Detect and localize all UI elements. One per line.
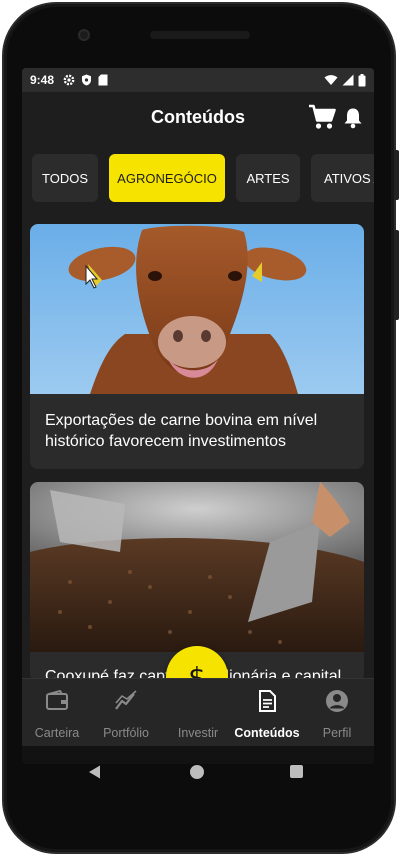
tab-artes[interactable]: ARTES [236, 154, 300, 202]
sd-card-icon [98, 74, 108, 86]
tab-label: ATIVOS A [324, 170, 374, 186]
gear-icon [63, 74, 75, 86]
nav-item-portfolio[interactable]: Portfólio [88, 679, 164, 747]
bell-icon[interactable] [343, 107, 363, 129]
content-card[interactable]: Exportações de carne bovina em nível his… [30, 224, 364, 469]
bottom-navigation: Carteira Portfólio Investir Conteúdos Pe… [22, 678, 374, 746]
earpiece-speaker [150, 31, 250, 39]
tab-ativos[interactable]: ATIVOS A [311, 154, 374, 202]
home-icon[interactable] [190, 765, 204, 779]
user-icon [326, 690, 348, 712]
system-navigation [22, 758, 374, 788]
wifi-icon [324, 75, 338, 85]
tab-todos[interactable]: TODOS [32, 154, 98, 202]
volume-button [394, 230, 399, 320]
tab-label: AGRONEGÓCIO [117, 170, 217, 186]
category-tabs: TODOS AGRONEGÓCIO ARTES ATIVOS A [22, 154, 374, 202]
shield-icon [82, 74, 92, 86]
cart-icon[interactable] [308, 104, 336, 130]
coffee-roaster-photo [30, 482, 364, 652]
app-header: Conteúdos [22, 92, 374, 144]
tab-label: ARTES [246, 170, 290, 186]
card-title: Exportações de carne bovina em nível his… [45, 412, 318, 450]
back-icon[interactable] [87, 764, 103, 780]
cow-photo [30, 224, 364, 394]
document-icon [259, 690, 276, 712]
nav-label: Perfil [322, 726, 352, 740]
nav-item-perfil[interactable]: Perfil [299, 679, 374, 747]
tab-label: TODOS [42, 170, 88, 186]
chart-line-icon [115, 690, 137, 710]
status-bar: 9:48 [22, 68, 374, 92]
wallet-icon [46, 689, 68, 710]
front-camera [78, 29, 90, 41]
power-button [394, 150, 399, 200]
status-time: 9:48 [30, 73, 55, 87]
app-screen: 9:48 Conteúdos TODOS AGRONEGÓCIO ARTES A… [22, 68, 374, 764]
tab-agronegocio[interactable]: AGRONEGÓCIO [109, 154, 225, 202]
recents-icon[interactable] [290, 765, 303, 778]
signal-icon [342, 74, 354, 86]
battery-icon [358, 73, 366, 86]
phone-frame: 9:48 Conteúdos TODOS AGRONEGÓCIO ARTES A… [0, 0, 400, 858]
